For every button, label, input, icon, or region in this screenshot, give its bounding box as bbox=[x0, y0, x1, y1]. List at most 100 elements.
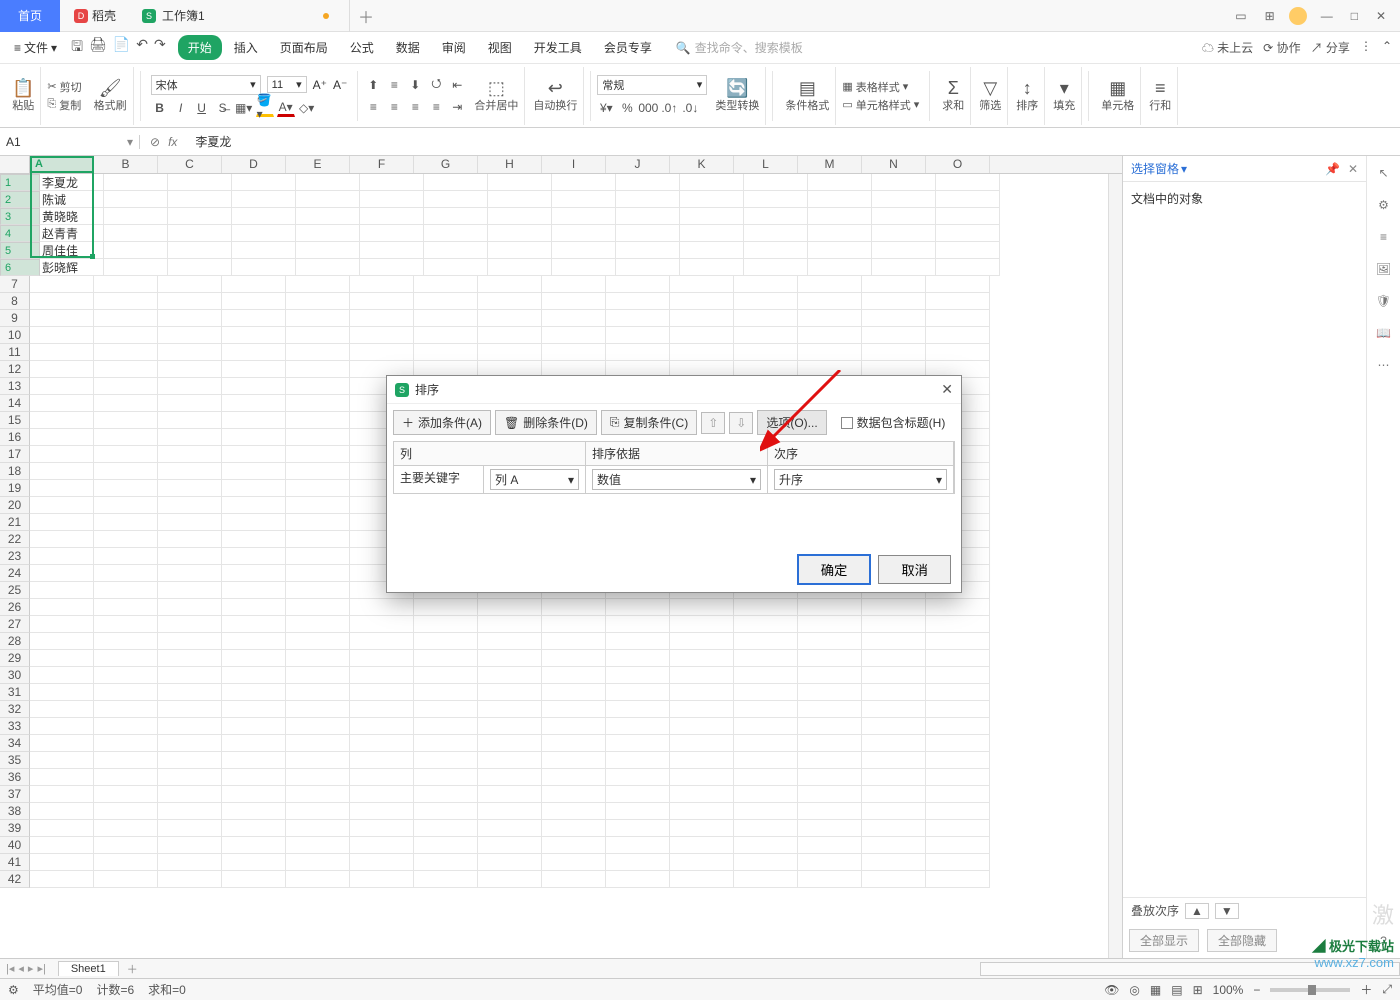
merge-button[interactable]: ⬚合并居中 bbox=[468, 67, 525, 125]
options-button[interactable]: 选项(O)... bbox=[757, 410, 826, 435]
indent-dec-icon[interactable]: ⇤ bbox=[448, 76, 466, 94]
paste-group[interactable]: 📋粘贴 bbox=[6, 67, 41, 125]
sheet-last-icon[interactable]: ▸| bbox=[37, 962, 45, 975]
column-select[interactable]: 列 A▾ bbox=[490, 469, 579, 490]
save-icon[interactable]: 🖫 bbox=[71, 36, 83, 60]
sheet-prev-icon[interactable]: ◂ bbox=[18, 962, 24, 975]
ok-button[interactable]: 确定 bbox=[798, 555, 871, 584]
rail-image-icon[interactable]: 🖼 bbox=[1376, 262, 1391, 276]
tab-devtools[interactable]: 开发工具 bbox=[524, 35, 592, 60]
dialog-close-icon[interactable]: ✕ bbox=[941, 381, 953, 398]
tab-pagelayout[interactable]: 页面布局 bbox=[270, 35, 338, 60]
sheet-tab[interactable]: Sheet1 bbox=[58, 961, 119, 976]
tab-workbook[interactable]: S 工作簿1 bbox=[130, 0, 350, 32]
move-down-icon[interactable]: ▼ bbox=[1215, 903, 1239, 919]
sheet-next-icon[interactable]: ▸ bbox=[28, 962, 34, 975]
sheet-first-icon[interactable]: |◂ bbox=[6, 962, 14, 975]
mode-icon[interactable]: ⚙ bbox=[8, 983, 19, 997]
indent-inc-icon[interactable]: ⇥ bbox=[448, 98, 466, 116]
print-icon[interactable]: 🖨 bbox=[89, 36, 107, 60]
orient-icon[interactable]: ⭯ bbox=[427, 76, 445, 94]
rail-style-icon[interactable]: ≡ bbox=[1380, 230, 1387, 244]
cloud-status[interactable]: ☁ 未上云 bbox=[1202, 39, 1253, 56]
window-close[interactable]: ✕ bbox=[1372, 7, 1390, 25]
zoom-value[interactable]: 100% bbox=[1213, 983, 1244, 997]
comma-icon[interactable]: 000 bbox=[639, 99, 657, 117]
tab-insert[interactable]: 插入 bbox=[224, 35, 268, 60]
underline-icon[interactable]: U bbox=[193, 99, 211, 117]
sort-button[interactable]: ↕排序 bbox=[1010, 67, 1045, 125]
cell-style-button[interactable]: ▭ 单元格样式▾ bbox=[842, 97, 919, 113]
sum-button[interactable]: Σ求和 bbox=[936, 67, 971, 125]
fill-color-icon[interactable]: 🪣▾ bbox=[256, 99, 274, 117]
rail-settings-icon[interactable]: ⚙ bbox=[1378, 198, 1389, 212]
align-top-icon[interactable]: ⬆ bbox=[364, 76, 382, 94]
rail-book-icon[interactable]: 📖 bbox=[1376, 326, 1391, 340]
sort-by-select[interactable]: 数值▾ bbox=[592, 469, 761, 490]
font-color-icon[interactable]: A▾ bbox=[277, 99, 295, 117]
preview-icon[interactable]: 📄 bbox=[113, 36, 130, 60]
copy-condition-button[interactable]: ⎘ 复制条件(C) bbox=[601, 410, 697, 435]
cut-button[interactable]: ✂ 剪切 bbox=[47, 79, 81, 95]
number-format-select[interactable]: 常规▾ bbox=[597, 75, 707, 95]
layout-icon[interactable]: ▭ bbox=[1231, 7, 1250, 25]
shrink-font-icon[interactable]: A⁻ bbox=[333, 78, 347, 92]
tab-start[interactable]: 开始 bbox=[178, 35, 222, 60]
view-normal-icon[interactable]: ▦ bbox=[1150, 983, 1161, 997]
currency-icon[interactable]: ¥▾ bbox=[597, 99, 615, 117]
zoom-out-icon[interactable]: − bbox=[1253, 983, 1260, 997]
more-icon[interactable]: ⋮ bbox=[1360, 39, 1372, 56]
tab-review[interactable]: 审阅 bbox=[432, 35, 476, 60]
formula-input[interactable]: 李夏龙 bbox=[187, 133, 1400, 150]
hide-all-button[interactable]: 全部隐藏 bbox=[1207, 929, 1277, 952]
inc-dec-icon[interactable]: .0↑ bbox=[660, 99, 678, 117]
grow-font-icon[interactable]: A⁺ bbox=[313, 78, 327, 92]
fx-cancel-icon[interactable]: ⊘ bbox=[150, 135, 160, 149]
add-sheet-button[interactable]: ＋ bbox=[127, 961, 138, 977]
has-header-checkbox[interactable]: 数据包含标题(H) bbox=[841, 414, 946, 431]
window-restore[interactable]: □ bbox=[1347, 7, 1362, 25]
table-style-button[interactable]: ▦ 表格样式▾ bbox=[842, 79, 919, 95]
wrap-button[interactable]: ↩自动换行 bbox=[527, 67, 584, 125]
align-left-icon[interactable]: ≡ bbox=[364, 98, 382, 116]
align-right-icon[interactable]: ≡ bbox=[406, 98, 424, 116]
strike-icon[interactable]: S̶ bbox=[214, 99, 232, 117]
copy-button[interactable]: ⎘ 复制 bbox=[47, 97, 81, 113]
add-condition-button[interactable]: ＋ 添加条件(A) bbox=[393, 410, 491, 435]
collapse-ribbon-icon[interactable]: ⌃ bbox=[1382, 39, 1392, 56]
delete-condition-button[interactable]: 🗑 删除条件(D) bbox=[495, 410, 597, 435]
tab-add-button[interactable]: ＋ bbox=[350, 4, 382, 28]
type-convert-button[interactable]: 🔄类型转换 bbox=[709, 67, 766, 125]
font-select[interactable]: 宋体▾ bbox=[151, 75, 261, 95]
tab-data[interactable]: 数据 bbox=[386, 35, 430, 60]
dec-dec-icon[interactable]: .0↓ bbox=[681, 99, 699, 117]
window-minimize[interactable]: — bbox=[1317, 7, 1337, 25]
show-all-button[interactable]: 全部显示 bbox=[1129, 929, 1199, 952]
cancel-button[interactable]: 取消 bbox=[878, 555, 951, 584]
align-mid-icon[interactable]: ≡ bbox=[385, 76, 403, 94]
fx-icon[interactable]: fx bbox=[168, 135, 177, 149]
border-icon[interactable]: ▦▾ bbox=[235, 99, 253, 117]
apps-icon[interactable]: ⊞ bbox=[1261, 7, 1279, 25]
tab-member[interactable]: 会员专享 bbox=[594, 35, 662, 60]
italic-icon[interactable]: I bbox=[172, 99, 190, 117]
format-painter-button[interactable]: 🖌格式刷 bbox=[88, 67, 134, 125]
move-down-button[interactable]: ⇩ bbox=[729, 412, 753, 434]
file-menu[interactable]: ≡ 文件 ▾ bbox=[8, 37, 63, 58]
bold-icon[interactable]: B bbox=[151, 99, 169, 117]
rail-protect-icon[interactable]: 🛡 bbox=[1376, 294, 1391, 308]
tab-formula[interactable]: 公式 bbox=[340, 35, 384, 60]
tab-docker-shell[interactable]: D 稻壳 bbox=[60, 0, 130, 32]
conditional-format-button[interactable]: ▤条件格式 bbox=[779, 67, 836, 125]
percent-icon[interactable]: % bbox=[618, 99, 636, 117]
order-select[interactable]: 升序▾ bbox=[774, 469, 947, 490]
command-search[interactable]: 🔍 查找命令、搜索模板 bbox=[676, 39, 803, 56]
align-center-icon[interactable]: ≡ bbox=[385, 98, 403, 116]
avatar[interactable] bbox=[1289, 7, 1307, 25]
expand-icon[interactable]: ⤢ bbox=[1382, 982, 1392, 997]
justify-icon[interactable]: ≡ bbox=[427, 98, 445, 116]
filter-button[interactable]: ▽筛选 bbox=[973, 67, 1008, 125]
fill-button[interactable]: ▾填充 bbox=[1047, 67, 1082, 125]
view-page-icon[interactable]: ▤ bbox=[1171, 983, 1182, 997]
redo-icon[interactable]: ↷ bbox=[154, 36, 166, 60]
